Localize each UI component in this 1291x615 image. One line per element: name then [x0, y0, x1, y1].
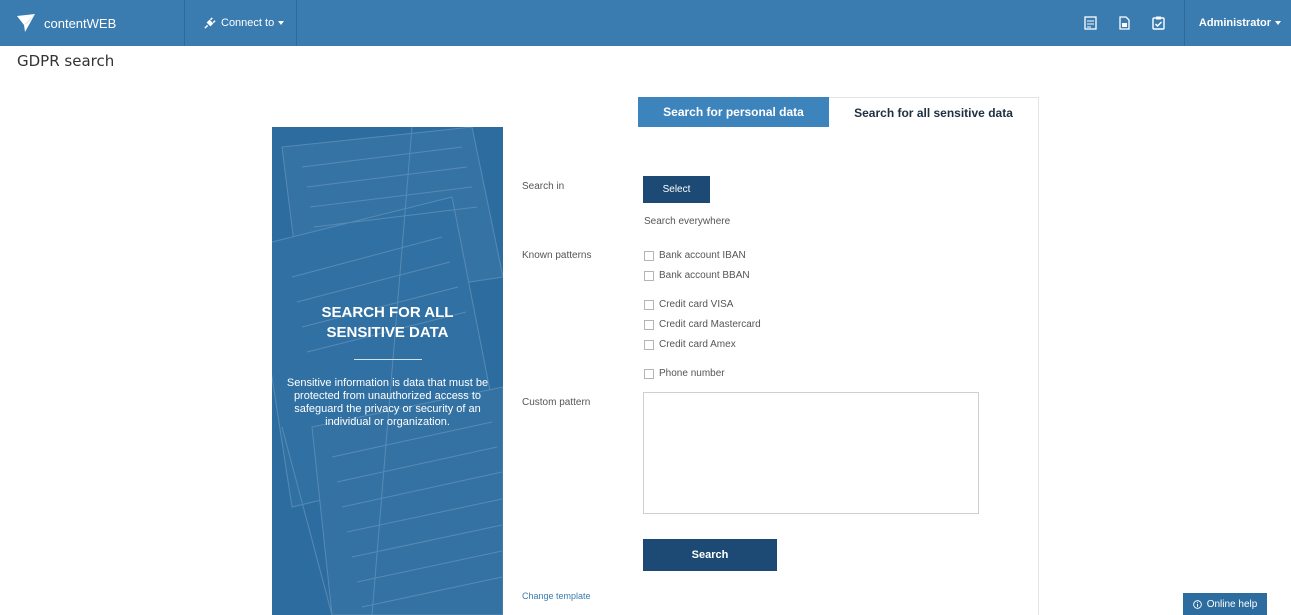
checkbox[interactable] — [644, 339, 654, 350]
pattern-amex[interactable]: Credit card Amex — [644, 339, 736, 350]
documents-background-image — [272, 127, 503, 615]
page-title: GDPR search — [17, 52, 115, 70]
chevron-down-icon — [278, 21, 285, 25]
tab-personal-data[interactable]: Search for personal data — [638, 97, 829, 127]
pattern-phone[interactable]: Phone number — [644, 368, 725, 379]
connect-to-label: Connect to — [221, 17, 275, 29]
pattern-mastercard[interactable]: Credit card Mastercard — [644, 319, 761, 330]
custom-pattern-input[interactable] — [643, 392, 979, 514]
search-scope-value: Search everywhere — [644, 216, 731, 227]
custom-pattern-label: Custom pattern — [522, 397, 591, 408]
hero-title-line1: SEARCH FOR ALL — [321, 304, 454, 321]
pattern-visa[interactable]: Credit card VISA — [644, 299, 733, 310]
online-help-label: Online help — [1206, 598, 1258, 610]
hero-divider — [354, 359, 422, 360]
hero-title-line2: SENSITIVE DATA — [326, 324, 449, 341]
plug-icon — [204, 16, 216, 29]
hero-description: Sensitive information is data that must … — [286, 377, 489, 428]
chevron-down-icon — [1275, 21, 1281, 25]
user-name: Administrator — [1198, 17, 1271, 29]
checkbox[interactable] — [644, 299, 654, 310]
contentweb-logo-icon — [17, 14, 35, 32]
tab-sensitive-data[interactable]: Search for all sensitive data — [829, 97, 1039, 127]
pattern-label: Bank account BBAN — [659, 270, 750, 281]
online-help-button[interactable]: Online help — [1183, 593, 1267, 615]
reports-button[interactable] — [1076, 0, 1106, 46]
brand-name: contentWEB — [44, 15, 117, 31]
report-icon — [1084, 16, 1098, 30]
known-patterns-label: Known patterns — [522, 250, 592, 261]
connect-to-menu[interactable]: Connect to — [185, 0, 298, 46]
brand-logo[interactable]: contentWEB — [0, 0, 185, 46]
hero-title: SEARCH FOR ALL SENSITIVE DATA — [272, 303, 503, 343]
pattern-bban[interactable]: Bank account BBAN — [644, 270, 750, 281]
search-button[interactable]: Search — [643, 539, 777, 571]
pattern-label: Phone number — [659, 368, 725, 379]
hero-panel: SEARCH FOR ALL SENSITIVE DATA Sensitive … — [272, 127, 503, 615]
tasks-button[interactable] — [1144, 0, 1174, 46]
pattern-label: Credit card VISA — [659, 299, 734, 310]
pattern-label: Credit card Amex — [659, 339, 736, 350]
pattern-label: Bank account IBAN — [659, 250, 746, 261]
user-menu[interactable]: Administrator — [1183, 0, 1291, 46]
pattern-iban[interactable]: Bank account IBAN — [644, 250, 746, 261]
top-navbar: contentWEB Connect to Administrator — [0, 0, 1291, 46]
clipboard-check-icon — [1152, 16, 1166, 30]
info-icon — [1192, 599, 1202, 609]
checkbox[interactable] — [644, 270, 654, 281]
checkbox[interactable] — [644, 250, 654, 261]
checkbox[interactable] — [644, 319, 654, 330]
pattern-label: Credit card Mastercard — [659, 319, 761, 330]
search-in-label: Search in — [522, 181, 565, 192]
search-card: SEARCH FOR ALL SENSITIVE DATA Sensitive … — [272, 127, 1039, 615]
document-icon — [1119, 16, 1131, 30]
select-button[interactable]: Select — [643, 176, 710, 203]
change-template-link[interactable]: Change template — [522, 591, 591, 601]
documents-button[interactable] — [1110, 0, 1140, 46]
checkbox[interactable] — [644, 368, 654, 379]
